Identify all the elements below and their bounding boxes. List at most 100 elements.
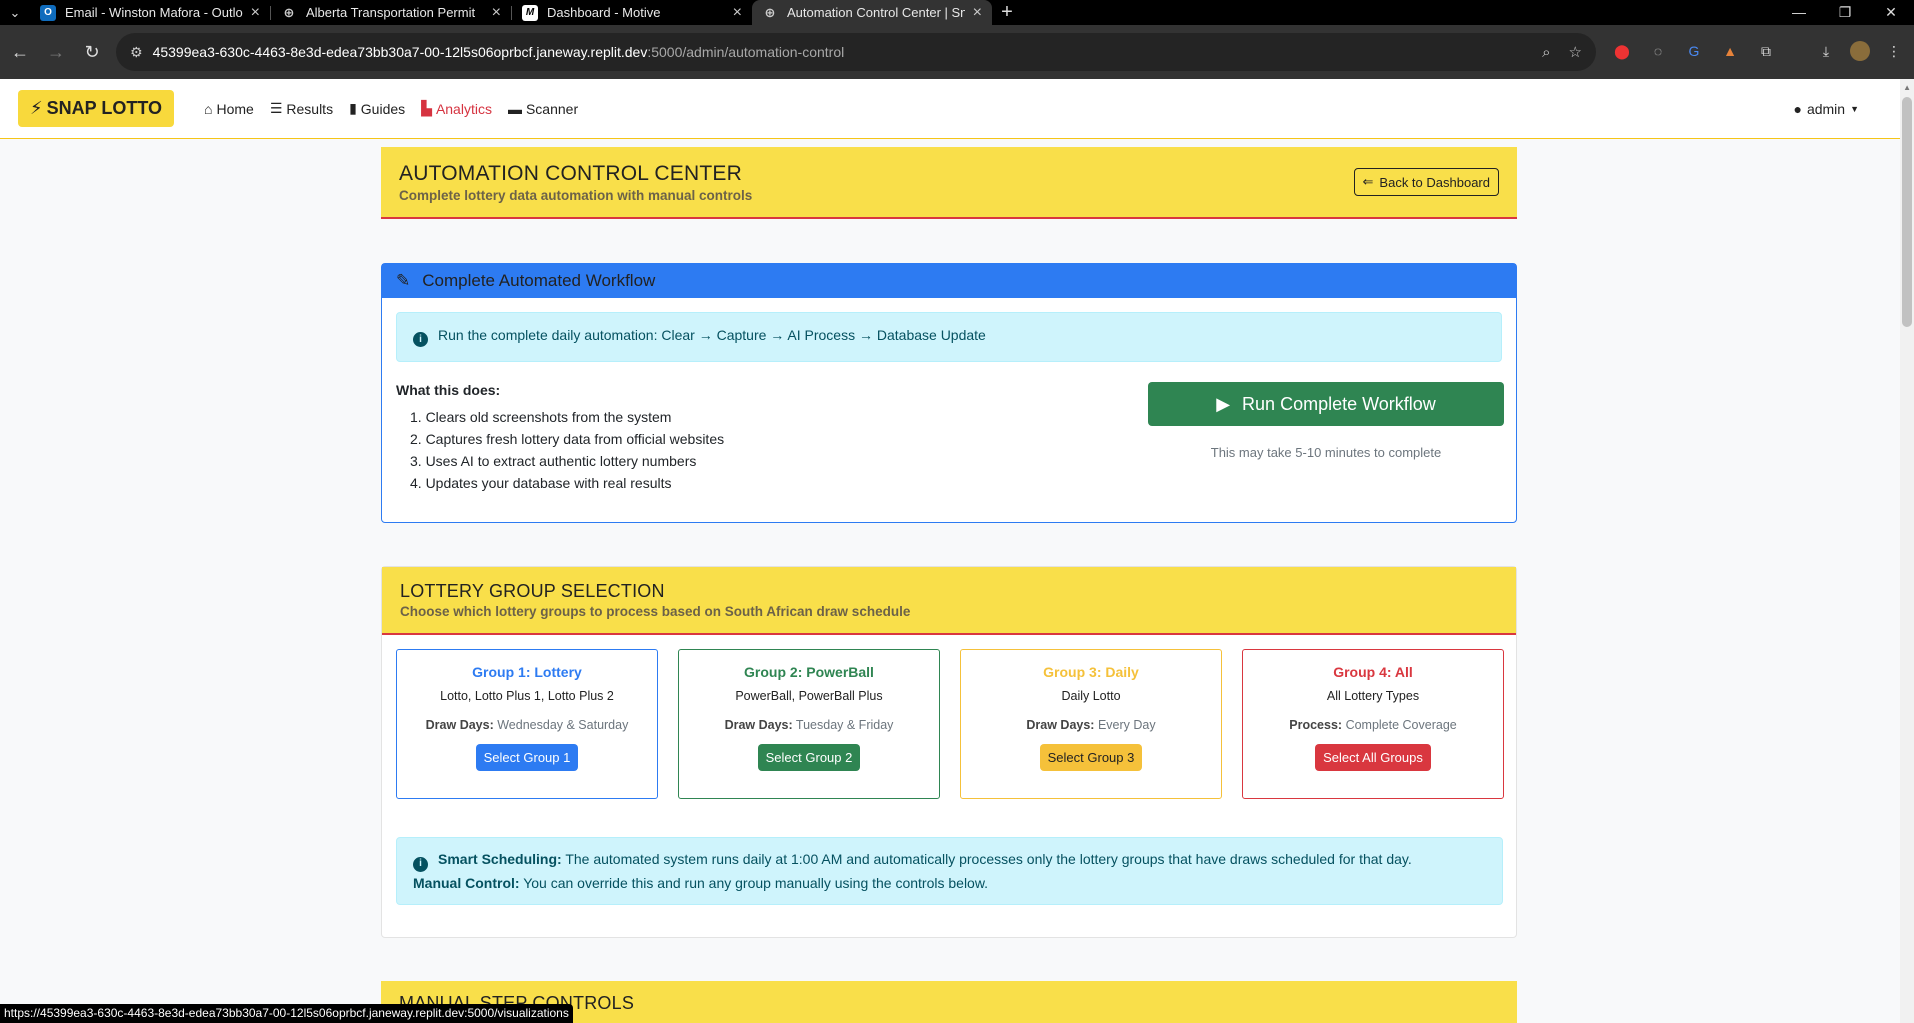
tab-search-icon[interactable]: ⌄ <box>0 0 30 25</box>
brand-logo[interactable]: ⚡ SNAP LOTTO <box>18 90 174 127</box>
extension-fox-icon[interactable]: ▲ <box>1718 39 1742 63</box>
chart-icon: ▙ <box>421 100 432 116</box>
download-icon[interactable]: ⤓ <box>1814 39 1838 63</box>
smart-text: The automated system runs daily at 1:00 … <box>565 851 1412 867</box>
back-icon[interactable]: ← <box>2 42 38 63</box>
back-to-dashboard-button[interactable]: ⇐ Back to Dashboard <box>1353 168 1499 196</box>
group-selection-title: LOTTERY GROUP SELECTION <box>400 581 665 601</box>
manual-text: You can override this and run any group … <box>523 874 989 891</box>
browser-tab-3[interactable]: M Dashboard - Motive × <box>512 0 752 25</box>
new-tab-icon[interactable]: + <box>992 1 1022 24</box>
select-group-3-button[interactable]: Select Group 3 <box>1039 744 1143 771</box>
group-games: Lotto, Lotto Plus 1, Lotto Plus 2 <box>440 689 614 703</box>
nav-results[interactable]: ☰ Results <box>270 100 333 117</box>
schedule-value: Every Day <box>1097 718 1156 732</box>
smart-label: Smart Scheduling: <box>438 851 562 867</box>
main-nav: ⌂ Home ☰ Results ▮ Guides ▙ Analytics ▬ Scann… <box>204 100 578 117</box>
minimize-icon[interactable]: — <box>1776 0 1822 25</box>
reload-icon[interactable]: ↻ <box>74 42 110 63</box>
extension-red-icon[interactable]: ⬤ <box>1610 39 1634 63</box>
outlook-icon: O <box>40 4 56 21</box>
url-text[interactable]: 45399ea3-630c-4463-8e3d-edea73bb30a7-00-… <box>153 44 1525 60</box>
group-games: PowerBall, PowerBall Plus <box>735 689 883 703</box>
profile-avatar-icon[interactable] <box>1850 41 1870 61</box>
browser-tab-2[interactable]: ⊕ Alberta Transportation Permit × <box>271 0 511 25</box>
extensions-row: ⬤ ◌ G ▲ ⧉ ⤓ ⋮ <box>1610 39 1906 63</box>
workflow-description: What this does: 1. Clears old screenshot… <box>396 382 724 494</box>
close-tab-icon[interactable]: × <box>492 4 501 22</box>
schedule-key: Process: <box>1289 718 1343 732</box>
zoom-icon[interactable]: ⌕ <box>1542 44 1550 61</box>
workflow-card: ✎ Complete Automated Workflow i Run the c… <box>381 263 1517 523</box>
group-card-4: Group 4: All All Lottery Types Process: … <box>1242 649 1504 799</box>
run-complete-workflow-button[interactable]: ▶ Run Complete Workflow <box>1148 382 1504 426</box>
schedule-value: Wednesday & Saturday <box>497 718 629 732</box>
select-all-groups-button[interactable]: Select All Groups <box>1315 744 1431 771</box>
schedule-key: Draw Days: <box>724 718 793 732</box>
arrow-left-icon: ⇐ <box>1362 174 1374 189</box>
forward-icon[interactable]: → <box>38 42 74 63</box>
extension-circle-icon[interactable]: ◌ <box>1646 39 1670 63</box>
nav-guides[interactable]: ▮ Guides <box>349 100 405 117</box>
page-scrollbar[interactable]: ▲ <box>1900 79 1914 1023</box>
bookmark-star-icon[interactable]: ☆ <box>1569 43 1582 61</box>
step-item: 2. Captures fresh lottery data from offi… <box>410 431 725 447</box>
lightning-icon: ⚡ <box>30 98 43 118</box>
group-title: Group 3: Daily <box>1043 664 1139 680</box>
site-info-icon[interactable]: ⚙ <box>130 44 143 61</box>
extensions-puzzle-icon[interactable]: ⧉ <box>1754 39 1778 63</box>
caret-down-icon: ▼ <box>1850 103 1859 114</box>
scroll-up-icon[interactable]: ▲ <box>1903 83 1911 92</box>
tab-title: Email - Winston Mafora - Outlo <box>65 5 243 20</box>
manual-label: Manual Control: <box>413 874 520 891</box>
page-title: AUTOMATION CONTROL CENTER <box>399 161 742 185</box>
username: admin <box>1806 100 1846 117</box>
translate-icon[interactable]: G <box>1682 39 1706 63</box>
workflow-info-alert: i Run the complete daily automation: Clea… <box>396 312 1502 362</box>
book-icon: ▮ <box>349 100 357 116</box>
close-tab-icon[interactable]: × <box>251 4 260 22</box>
list-icon: ☰ <box>269 100 283 116</box>
user-menu[interactable]: ● admin ▼ <box>1793 101 1859 117</box>
step-item: 3. Uses AI to extract authentic lottery … <box>410 453 697 469</box>
scrollbar-thumb[interactable] <box>1902 97 1912 327</box>
globe-icon: ⊕ <box>764 4 776 20</box>
group-card-1: Group 1: Lottery Lotto, Lotto Plus 1, Lo… <box>396 649 658 799</box>
motive-icon: M <box>522 4 538 21</box>
group-title: Group 2: PowerBall <box>744 664 874 680</box>
group-schedule: Draw Days: Wednesday & Saturday <box>397 718 657 732</box>
group-schedule: Draw Days: Tuesday & Friday <box>679 718 939 732</box>
close-tab-icon[interactable]: × <box>733 4 742 22</box>
user-circle-icon: ● <box>1793 100 1802 117</box>
address-bar[interactable]: ⚙ 45399ea3-630c-4463-8e3d-edea73bb30a7-0… <box>116 33 1596 71</box>
nav-label: Scanner <box>525 100 579 117</box>
page-subtitle: Complete lottery data automation with ma… <box>399 187 753 203</box>
group-games: All Lottery Types <box>1326 689 1420 703</box>
app-navbar: ⚡ SNAP LOTTO ⌂ Home ☰ Results ▮ Guides ▙ Ana… <box>0 79 1914 139</box>
select-group-1-button[interactable]: Select Group 1 <box>475 744 579 771</box>
tab-title: Alberta Transportation Permit <box>306 5 476 20</box>
close-tab-icon[interactable]: × <box>973 4 982 22</box>
restore-icon[interactable]: ❐ <box>1822 0 1868 25</box>
select-group-2-button[interactable]: Select Group 2 <box>757 744 861 771</box>
info-icon: i <box>413 332 428 347</box>
nav-analytics[interactable]: ▙ Analytics <box>421 100 492 117</box>
scanner-icon: ▬ <box>507 100 522 117</box>
close-window-icon[interactable]: ✕ <box>1868 0 1914 25</box>
browser-tab-4-active[interactable]: ⊕ Automation Control Center | Sn × <box>752 0 992 25</box>
workflow-info-text: Run the complete daily automation: Clear… <box>438 327 986 343</box>
url-path: :5000/admin/automation-control <box>647 44 845 60</box>
link-status-bar: https://45399ea3-630c-4463-8e3d-edea73bb… <box>0 1004 573 1023</box>
schedule-key: Draw Days: <box>1026 718 1095 732</box>
browser-tab-1[interactable]: O Email - Winston Mafora - Outlo × <box>30 0 270 25</box>
browser-menu-icon[interactable]: ⋮ <box>1882 39 1906 63</box>
group-selection-card: LOTTERY GROUP SELECTION Choose which lot… <box>381 566 1517 938</box>
toolbar-spacer <box>1790 39 1802 63</box>
play-icon: ▶ <box>1216 393 1231 414</box>
home-icon: ⌂ <box>204 100 213 117</box>
group-selection-subtitle: Choose which lottery groups to process b… <box>400 604 911 619</box>
nav-scanner[interactable]: ▬ Scanner <box>508 100 578 117</box>
nav-home[interactable]: ⌂ Home <box>204 100 254 117</box>
run-label: Run Complete Workflow <box>1242 393 1436 414</box>
group-title: Group 1: Lottery <box>472 664 582 680</box>
